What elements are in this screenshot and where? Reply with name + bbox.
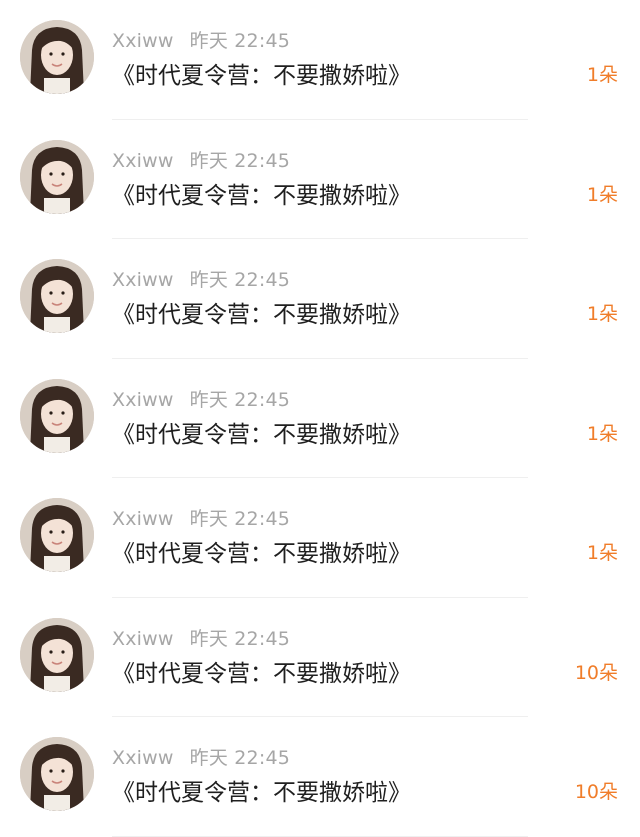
avatar[interactable] [20,20,94,94]
timestamp: 昨天 22:45 [189,269,291,291]
gift-message-list: Xxiww 昨天 22:45 《时代夏令营：不要撒娇啦》 1朵 Xxiww 昨天 2… [0,0,640,837]
message-meta: Xxiww 昨天 22:45 [112,146,290,173]
gift-count: 1朵 [586,183,618,206]
username[interactable]: Xxiww [112,628,174,650]
list-item[interactable]: Xxiww 昨天 22:45 《时代夏令营：不要撒娇啦》 1朵 [0,120,640,239]
message-title: 《时代夏令营：不要撒娇啦》 [112,660,411,687]
message-meta: Xxiww 昨天 22:45 [112,504,290,531]
message-title: 《时代夏令营：不要撒娇啦》 [112,182,411,209]
username[interactable]: Xxiww [112,30,174,52]
message-meta: Xxiww 昨天 22:45 [112,265,290,292]
avatar[interactable] [20,617,94,692]
message-meta: Xxiww 昨天 22:45 [112,743,290,770]
gift-count: 1朵 [586,542,618,564]
message-title: 《时代夏令营：不要撒娇啦》 [112,302,411,328]
timestamp: 昨天 22:45 [189,30,291,52]
username[interactable]: Xxiww [112,508,174,530]
list-item[interactable]: Xxiww 昨天 22:45 《时代夏令营：不要撒娇啦》 1朵 [0,239,640,359]
timestamp: 昨天 22:45 [189,388,291,411]
message-title: 《时代夏令营：不要撒娇啦》 [112,421,411,448]
gift-count: 1朵 [586,303,618,325]
username[interactable]: Xxiww [112,747,174,769]
gift-count: 10朵 [574,781,618,803]
timestamp: 昨天 22:45 [189,627,291,650]
message-meta: Xxiww 昨天 22:45 [112,624,290,651]
username[interactable]: Xxiww [112,150,174,172]
timestamp: 昨天 22:45 [189,149,291,172]
avatar[interactable] [20,259,94,333]
message-title: 《时代夏令营：不要撒娇啦》 [112,63,411,89]
list-item[interactable]: Xxiww 昨天 22:45 《时代夏令营：不要撒娇啦》 10朵 [0,717,640,837]
username[interactable]: Xxiww [112,269,174,291]
list-item[interactable]: Xxiww 昨天 22:45 《时代夏令营：不要撒娇啦》 1朵 [0,359,640,478]
message-meta: Xxiww 昨天 22:45 [112,26,290,53]
username[interactable]: Xxiww [112,389,174,411]
avatar[interactable] [20,378,94,453]
timestamp: 昨天 22:45 [189,747,291,769]
timestamp: 昨天 22:45 [189,508,291,530]
list-item[interactable]: Xxiww 昨天 22:45 《时代夏令营：不要撒娇啦》 1朵 [0,478,640,598]
message-meta: Xxiww 昨天 22:45 [112,385,290,412]
list-item[interactable]: Xxiww 昨天 22:45 《时代夏令营：不要撒娇啦》 1朵 [0,0,640,120]
message-title: 《时代夏令营：不要撒娇啦》 [112,541,411,567]
message-title: 《时代夏令营：不要撒娇啦》 [112,780,411,806]
avatar[interactable] [20,139,94,214]
gift-count: 10朵 [574,661,618,684]
gift-count: 1朵 [586,422,618,445]
list-item[interactable]: Xxiww 昨天 22:45 《时代夏令营：不要撒娇啦》 10朵 [0,598,640,717]
gift-count: 1朵 [586,64,618,86]
avatar[interactable] [20,498,94,572]
avatar[interactable] [20,737,94,811]
